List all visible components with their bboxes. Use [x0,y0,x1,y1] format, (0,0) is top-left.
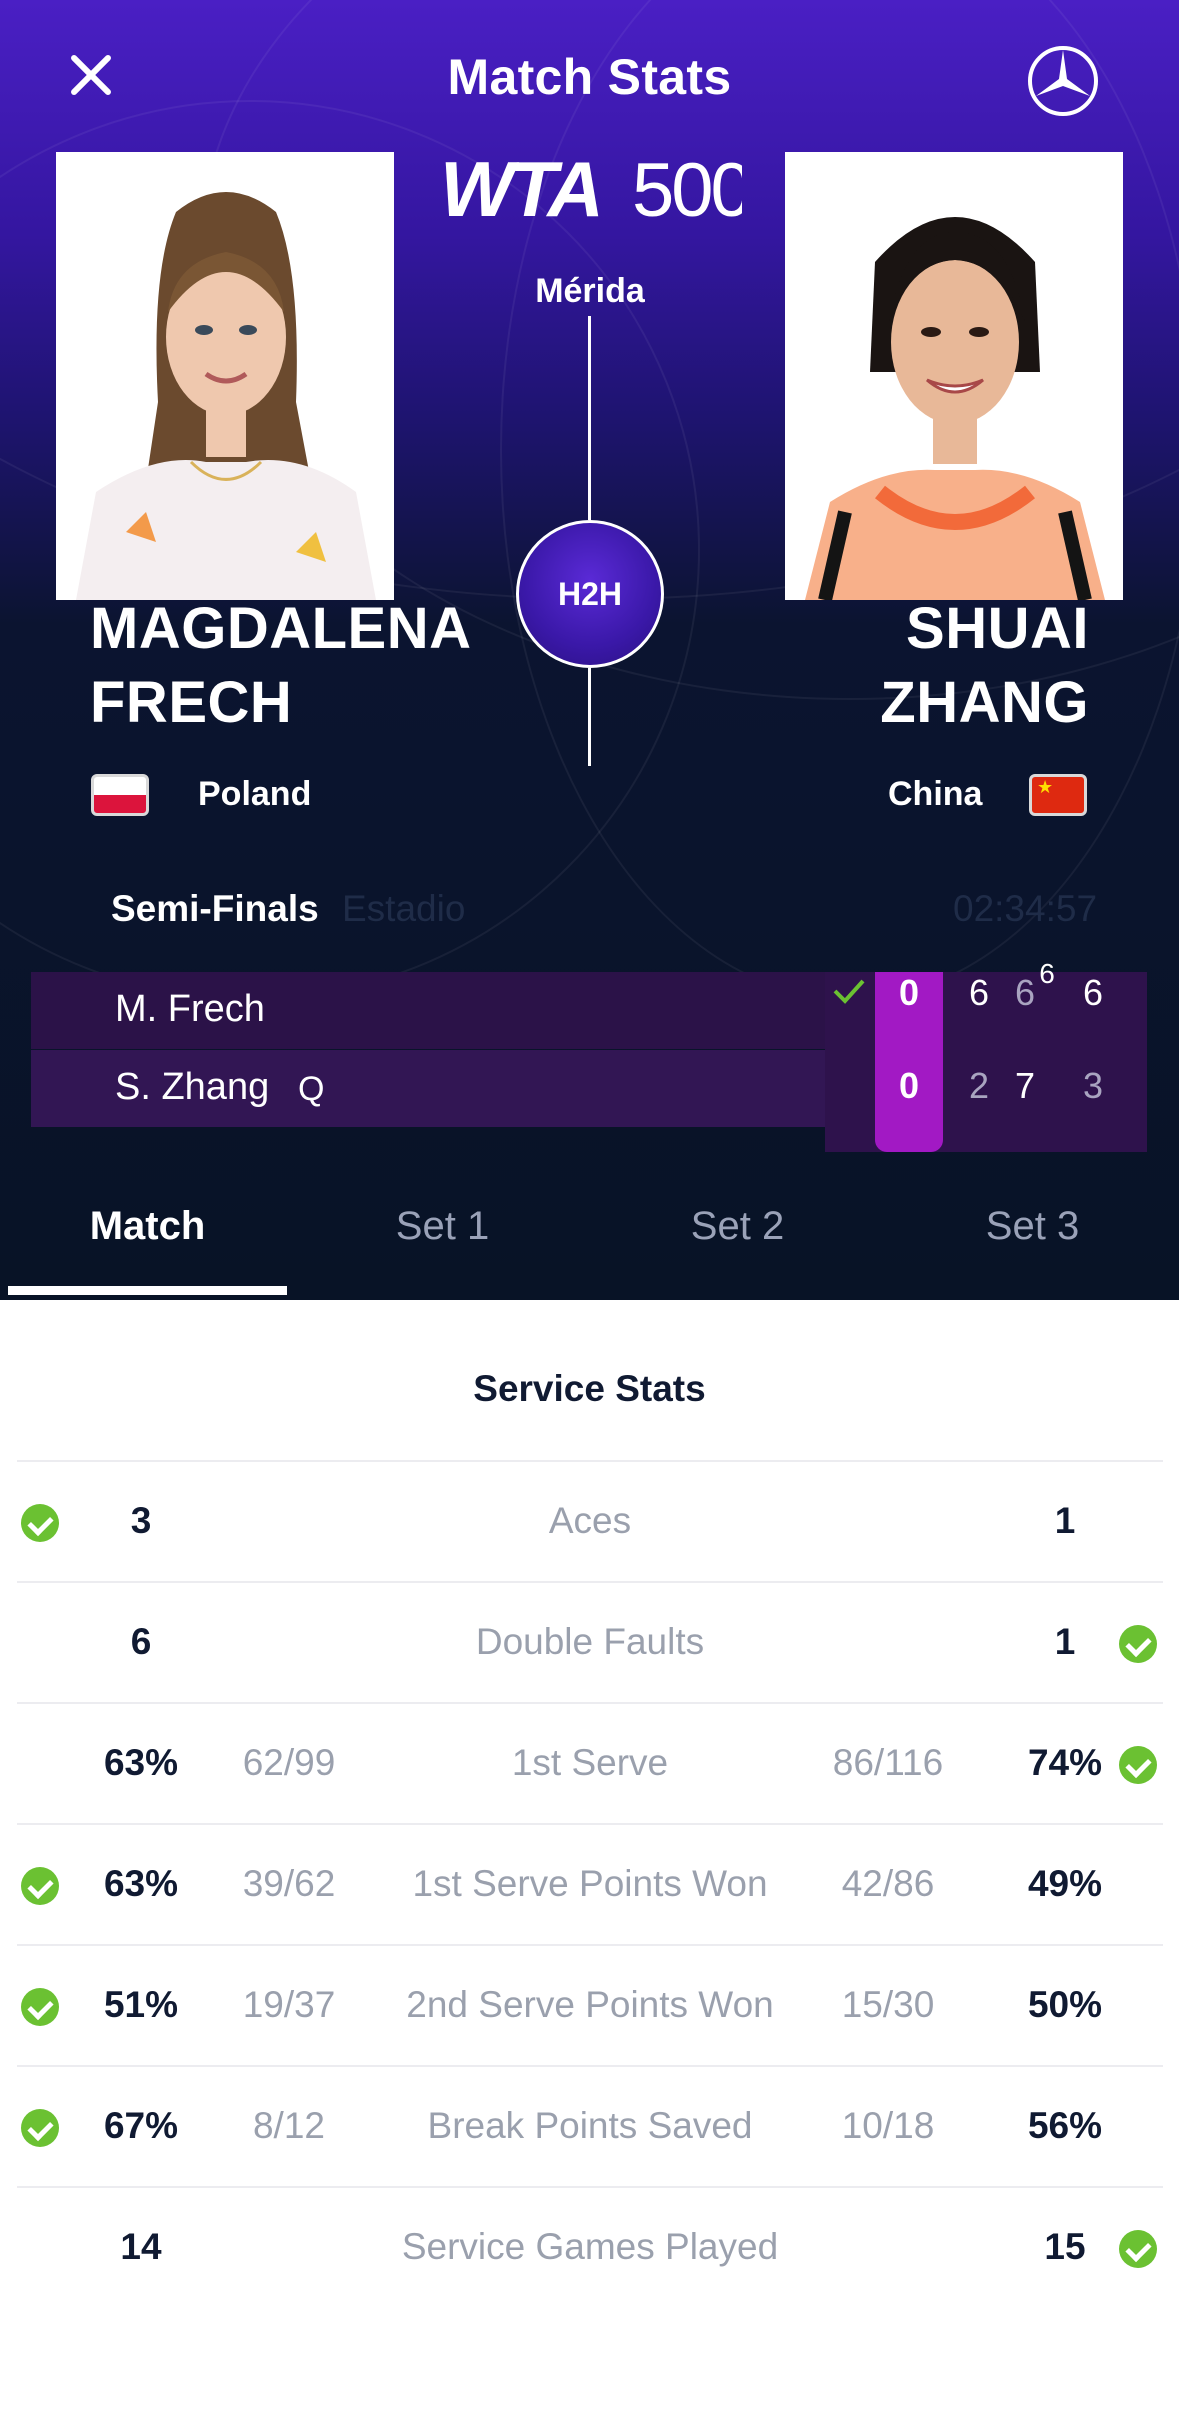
stat-row: 3 Aces 1 [17,1460,1163,1581]
match-header: Match Stats WTA 500 Mérida H2H MAGDALENA… [0,0,1179,1300]
stat-value-p1: 51% [103,1984,179,2025]
stat-fraction-p1: 62/99 [242,1742,336,1783]
score-set1-p1: 6 [968,972,990,1013]
match-duration: 02:34:57 [953,888,1098,929]
stat-value-p1: 63% [103,1742,179,1783]
player-photo-zhang [785,152,1123,600]
match-court: Estadio [342,888,466,929]
page-title: Match Stats [447,49,732,105]
leader-check-icon [21,1988,59,2026]
player-first-name: SHUAI [906,596,1089,661]
stat-fraction-p2: 86/116 [832,1742,944,1783]
leader-check-icon [1119,1746,1157,1784]
stat-value-p2: 56% [1027,2105,1103,2146]
h2h-button[interactable]: H2H [516,520,664,668]
stat-label: 1st Serve Points Won [412,1863,768,1904]
score-set3-p1: 6 [1082,972,1104,1013]
stats-tabs: Match Set 1 Set 2 Set 3 [0,1180,1179,1298]
stat-value-p1: 63% [103,1863,179,1904]
score-set2-p2: 7 [1014,1065,1036,1106]
stat-row: 14 Service Games Played 15 [17,2186,1163,2307]
score-set2-tiebreak-p1: 6 [1039,958,1055,989]
scoreboard-player-name: M. Frech [115,988,265,1030]
stat-row: 6 Double Faults 1 [17,1581,1163,1702]
stat-value-p1: 67% [103,2105,179,2146]
leader-check-icon [21,1504,59,1542]
mercedes-logo-icon [1028,46,1098,116]
stat-row: 51% 19/37 2nd Serve Points Won 15/30 50% [17,1944,1163,2065]
score-set3-p2: 3 [1082,1065,1104,1106]
svg-text:WTA: WTA [440,150,600,230]
stat-row: 63% 62/99 1st Serve 86/116 74% [17,1702,1163,1823]
score-current-p1: 0 [898,972,920,1013]
stat-fraction-p1: 8/12 [252,2105,325,2146]
score-current-p2: 0 [898,1065,920,1106]
scoreboard-player-name: S. Zhang [115,1066,270,1108]
tab-set-3[interactable]: Set 3 [885,1204,1179,1249]
match-round: Semi-Finals [111,888,319,929]
leader-check-icon [1119,2230,1157,2268]
stat-fraction-p2: 42/86 [841,1863,935,1904]
winner-check-icon [833,979,865,1004]
stat-label: 2nd Serve Points Won [406,1984,774,2025]
leader-check-icon [1119,1625,1157,1663]
player-name-right: SHUAI ZHANG [880,592,1089,740]
stat-fraction-p1: 39/62 [242,1863,336,1904]
leader-check-icon [21,2109,59,2147]
stat-fraction-p1: 19/37 [242,1984,336,2025]
svg-text:500: 500 [632,150,742,230]
player-country-right: China [888,775,983,813]
poland-flag-icon [91,774,149,816]
score-set1-p2: 2 [968,1065,990,1106]
center-divider-bottom [588,668,591,766]
player-photo-frech [56,152,394,600]
stat-fraction-p2: 15/30 [841,1984,935,2025]
center-divider-top [588,316,591,520]
player-last-name: ZHANG [880,670,1089,735]
stat-value-p1: 6 [130,1621,152,1662]
stat-label: 1st Serve [511,1742,669,1783]
stat-value-p2: 74% [1027,1742,1103,1783]
wta-500-logo: WTA 500 [440,150,742,230]
player-country-left: Poland [198,775,312,813]
leader-check-icon [21,1867,59,1905]
stat-label: Break Points Saved [427,2105,753,2146]
stat-value-p2: 1 [1054,1621,1076,1662]
tab-set-2[interactable]: Set 2 [590,1204,885,1249]
stat-row: 63% 39/62 1st Serve Points Won 42/86 49% [17,1823,1163,1944]
player-first-name: MAGDALENA [90,596,472,661]
stat-value-p1: 14 [120,2226,162,2267]
stat-row: 67% 8/12 Break Points Saved 10/18 56% [17,2065,1163,2186]
tab-set-1[interactable]: Set 1 [295,1204,590,1249]
player-last-name: FRECH [90,670,293,735]
stat-value-p2: 1 [1054,1500,1076,1541]
china-flag-icon [1029,774,1087,816]
stat-fraction-p2: 10/18 [841,2105,935,2146]
stat-value-p1: 3 [130,1500,152,1541]
qualifier-badge: Q [298,1070,325,1108]
stat-label: Double Faults [475,1621,705,1662]
stat-label: Aces [548,1500,632,1541]
section-title: Service Stats [473,1368,706,1409]
stat-label: Service Games Played [401,2226,779,2267]
active-tab-indicator [8,1286,287,1295]
tournament-city: Mérida [535,272,645,310]
stat-value-p2: 50% [1027,1984,1103,2025]
tab-match[interactable]: Match [0,1204,295,1249]
player-name-left: MAGDALENA FRECH [90,592,471,740]
stat-value-p2: 15 [1044,2226,1086,2267]
stat-value-p2: 49% [1027,1863,1103,1904]
